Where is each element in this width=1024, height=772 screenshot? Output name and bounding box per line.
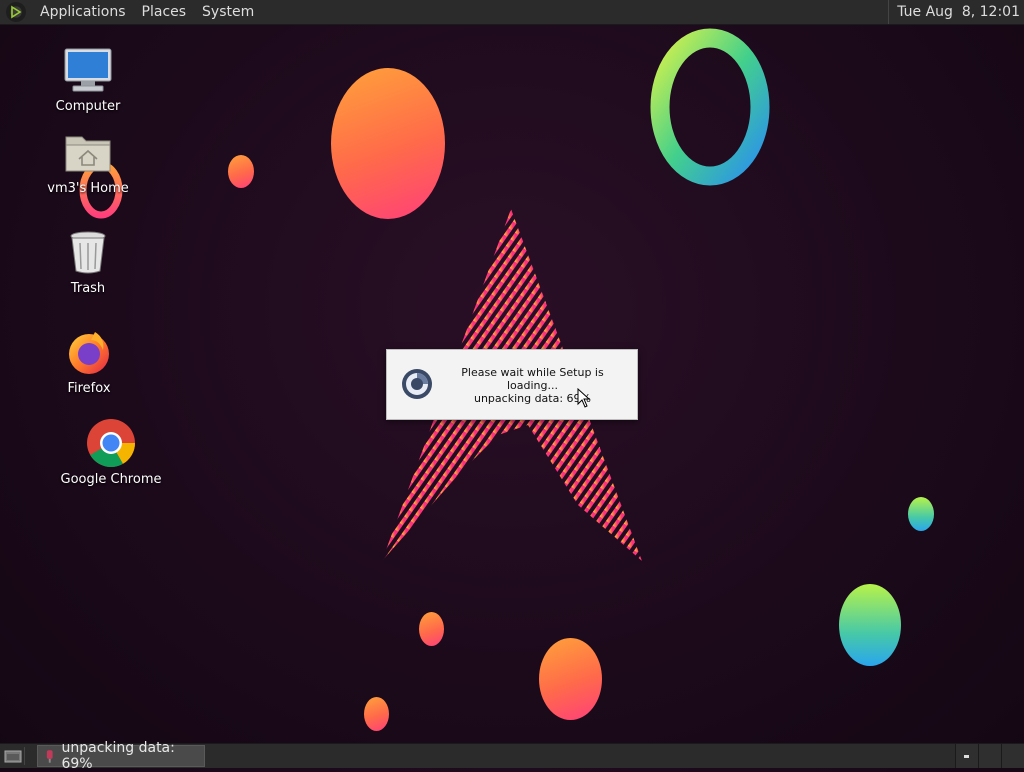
wallpaper-orange-bubble — [228, 155, 254, 188]
menu-applications[interactable]: Applications — [32, 4, 134, 20]
desktop-icon-label: vm3's Home — [47, 181, 129, 196]
desktop-icon-firefox[interactable]: Firefox — [34, 327, 144, 396]
desktop-icon-home[interactable]: vm3's Home — [33, 127, 143, 196]
mouse-cursor-icon — [577, 388, 591, 408]
show-desktop-button[interactable] — [2, 747, 25, 765]
wallpaper-orange-bubble — [539, 638, 602, 720]
trash-icon — [63, 227, 113, 277]
wallpaper-green-bubble — [839, 584, 901, 666]
workspace-switcher — [955, 744, 1024, 768]
home-folder-icon — [63, 127, 113, 177]
workspace-1[interactable] — [955, 744, 978, 768]
taskbar-item-setup[interactable]: unpacking data: 69% — [37, 740, 205, 772]
menu-places[interactable]: Places — [134, 4, 195, 20]
desktop-icon-computer[interactable]: Computer — [33, 45, 143, 114]
setup-loading-dialog: Please wait while Setup is loading... un… — [386, 349, 638, 420]
desktop-icon-label: Trash — [70, 281, 106, 296]
bottom-panel: unpacking data: 69% — [0, 740, 1024, 772]
taskbar-item-label: unpacking data: 69% — [61, 740, 175, 772]
computer-icon — [63, 45, 113, 95]
wallpaper-orange-bubble — [331, 68, 445, 219]
wallpaper-green-bubble — [908, 497, 934, 531]
show-desktop-icon — [4, 750, 22, 763]
setup-app-icon — [46, 750, 53, 763]
wallpaper-orange-bubble — [364, 697, 389, 731]
top-panel: Applications Places System Tue Aug 8, 12… — [0, 0, 1024, 25]
menu-system[interactable]: System — [194, 4, 262, 20]
desktop-icon-label: Firefox — [67, 381, 111, 396]
desktop-icon-label: Computer — [55, 99, 121, 114]
chrome-icon — [86, 418, 136, 468]
desktop-icon-label: Google Chrome — [60, 472, 162, 487]
menu-logo-icon[interactable] — [6, 2, 26, 22]
workspace-2[interactable] — [978, 744, 1001, 768]
desktop-icon-trash[interactable]: Trash — [33, 227, 143, 296]
clock[interactable]: Tue Aug 8, 12:01 — [888, 0, 1020, 24]
wallpaper-rainbow-ring — [650, 28, 770, 186]
desktop-icon-chrome[interactable]: Google Chrome — [56, 418, 166, 487]
wallpaper-orange-bubble — [419, 612, 444, 646]
firefox-icon — [64, 327, 114, 377]
setup-spinner-icon — [402, 369, 432, 399]
workspace-3[interactable] — [1001, 744, 1024, 768]
